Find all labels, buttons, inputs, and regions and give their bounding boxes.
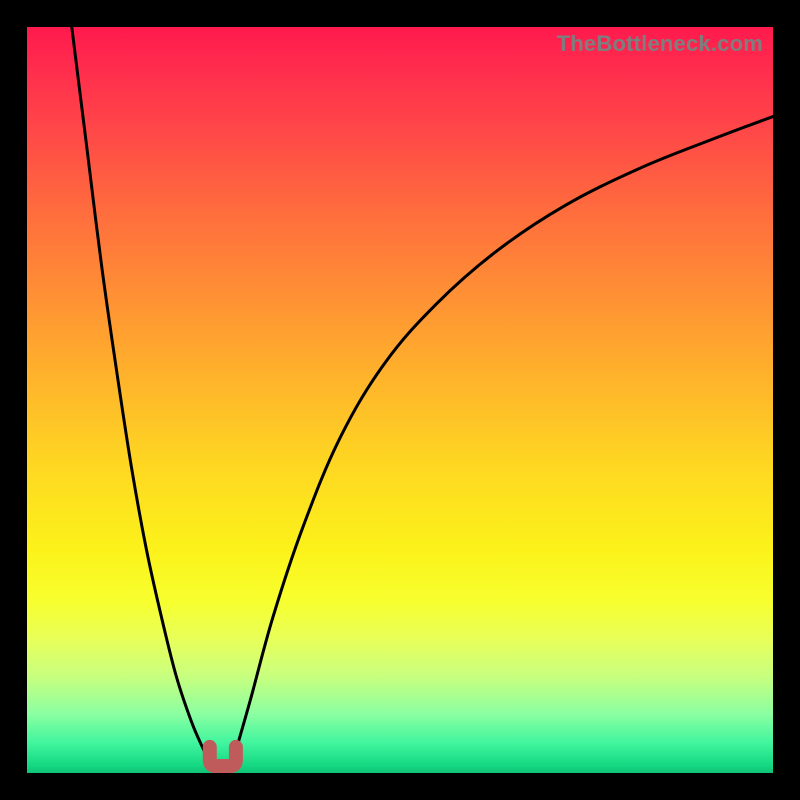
right-curve xyxy=(236,117,773,751)
valley-marker-icon xyxy=(210,747,236,766)
curve-layer xyxy=(72,27,773,766)
chart-svg xyxy=(27,27,773,773)
left-curve xyxy=(72,27,210,762)
chart-plot-area: TheBottleneck.com xyxy=(27,27,773,773)
chart-frame: TheBottleneck.com xyxy=(0,0,800,800)
